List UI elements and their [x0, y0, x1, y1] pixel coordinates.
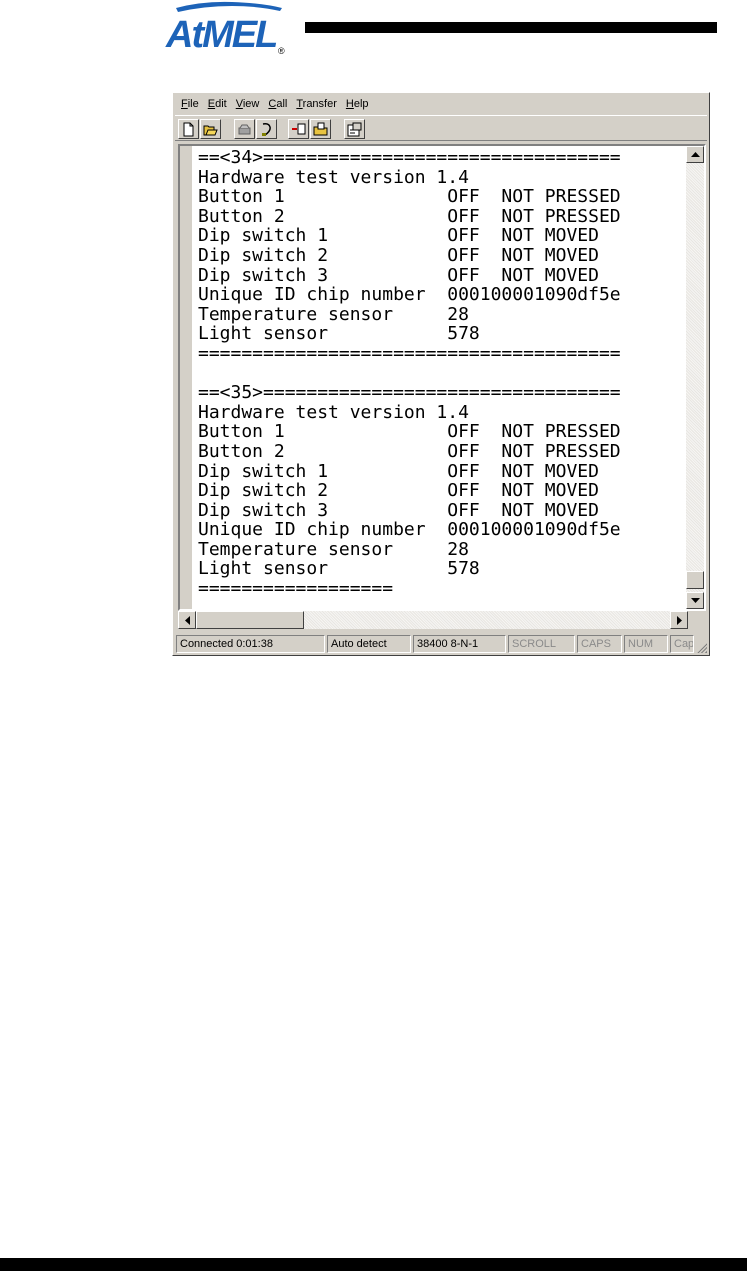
menu-bar: File Edit View Call Transfer Help — [177, 96, 374, 114]
scroll-left-button[interactable] — [178, 611, 196, 629]
terminal-line: ==<34>================================= — [198, 147, 621, 168]
terminal-line: Unique ID chip number 000100001090df5e — [198, 519, 621, 541]
open-icon — [203, 125, 218, 135]
menu-call[interactable]: Call — [264, 96, 292, 114]
arrow-up-icon — [690, 152, 700, 157]
vertical-scroll-thumb[interactable] — [686, 571, 704, 589]
atmel-logo: AtMEL ® — [165, 1, 285, 56]
terminal-line: Unique ID chip number 000100001090df5e — [198, 284, 621, 306]
status-scroll: SCROLL — [508, 635, 575, 653]
menu-transfer[interactable]: Transfer — [292, 96, 342, 114]
toolbar — [175, 115, 707, 141]
svg-text:®: ® — [278, 46, 285, 56]
open-button[interactable] — [200, 119, 221, 139]
scroll-right-button[interactable] — [670, 611, 688, 629]
menu-view[interactable]: View — [232, 96, 265, 114]
terminal-line: ================== — [198, 578, 394, 600]
terminal-line: Dip switch 3 OFF NOT MOVED — [198, 264, 599, 286]
horizontal-scroll-thumb[interactable] — [196, 611, 304, 629]
arrow-down-icon — [690, 598, 700, 603]
terminal-line: ==<35>================================= — [198, 382, 621, 404]
hyperterminal-window: File Edit View Call Transfer Help ==<34>… — [172, 92, 710, 656]
properties-icon — [347, 122, 362, 136]
resize-grip-icon[interactable] — [695, 641, 707, 653]
arrow-left-icon — [184, 615, 190, 625]
disconnect-button[interactable] — [234, 119, 255, 139]
terminal-line: Dip switch 3 OFF NOT MOVED — [198, 499, 599, 521]
terminal-line: Hardware test version 1.4 — [198, 401, 469, 423]
status-connection: Connected 0:01:38 — [176, 635, 325, 653]
arrow-right-icon — [676, 615, 682, 625]
terminal-line: Dip switch 2 OFF NOT MOVED — [198, 480, 599, 502]
terminal-frame: ==<34>================================= H… — [178, 144, 706, 611]
status-bar: Connected 0:01:38 Auto detect 38400 8-N-… — [176, 634, 708, 654]
vertical-scrollbar[interactable] — [686, 146, 704, 609]
disconnect-icon — [238, 124, 251, 134]
logo-text: AtMEL — [165, 14, 276, 56]
status-caps: CAPS — [577, 635, 622, 653]
terminal-line: Button 2 OFF NOT PRESSED — [198, 205, 621, 227]
terminal-line: Button 1 OFF NOT PRESSED — [198, 421, 621, 443]
connect-icon — [262, 122, 271, 136]
status-detect: Auto detect — [327, 635, 411, 653]
properties-button[interactable] — [344, 119, 365, 139]
receive-button[interactable] — [310, 119, 331, 139]
new-button[interactable] — [178, 119, 199, 139]
menu-edit[interactable]: Edit — [204, 96, 232, 114]
send-button[interactable] — [288, 119, 309, 139]
status-settings: 38400 8-N-1 — [413, 635, 506, 653]
terminal-line: Dip switch 1 OFF NOT MOVED — [198, 460, 599, 482]
menu-file[interactable]: File — [177, 96, 204, 114]
terminal-line: Temperature sensor 28 — [198, 303, 469, 325]
connect-button[interactable] — [256, 119, 277, 139]
horizontal-scrollbar[interactable] — [178, 611, 688, 629]
menu-help[interactable]: Help — [342, 96, 374, 114]
terminal-line: Button 2 OFF NOT PRESSED — [198, 440, 621, 462]
header-rule — [305, 22, 717, 33]
terminal-line: Light sensor 578 — [198, 558, 480, 580]
status-num: NUM — [624, 635, 668, 653]
terminal-line: Temperature sensor 28 — [198, 538, 469, 560]
terminal-line: Dip switch 2 OFF NOT MOVED — [198, 244, 599, 266]
scroll-up-button[interactable] — [686, 146, 704, 163]
terminal-output[interactable]: ==<34>================================= H… — [180, 146, 686, 609]
terminal-line: Dip switch 1 OFF NOT MOVED — [198, 225, 599, 247]
receive-icon — [313, 122, 328, 135]
terminal-line: Hardware test version 1.4 — [198, 166, 469, 188]
new-icon — [183, 122, 194, 136]
terminal-line: ======================================= — [198, 342, 621, 364]
status-capture: Cap — [670, 635, 694, 653]
terminal-line: Button 1 OFF NOT PRESSED — [198, 186, 621, 208]
footer-rule — [0, 1258, 747, 1271]
terminal-line: Light sensor 578 — [198, 323, 480, 345]
send-icon — [292, 123, 306, 134]
scroll-down-button[interactable] — [686, 592, 704, 609]
